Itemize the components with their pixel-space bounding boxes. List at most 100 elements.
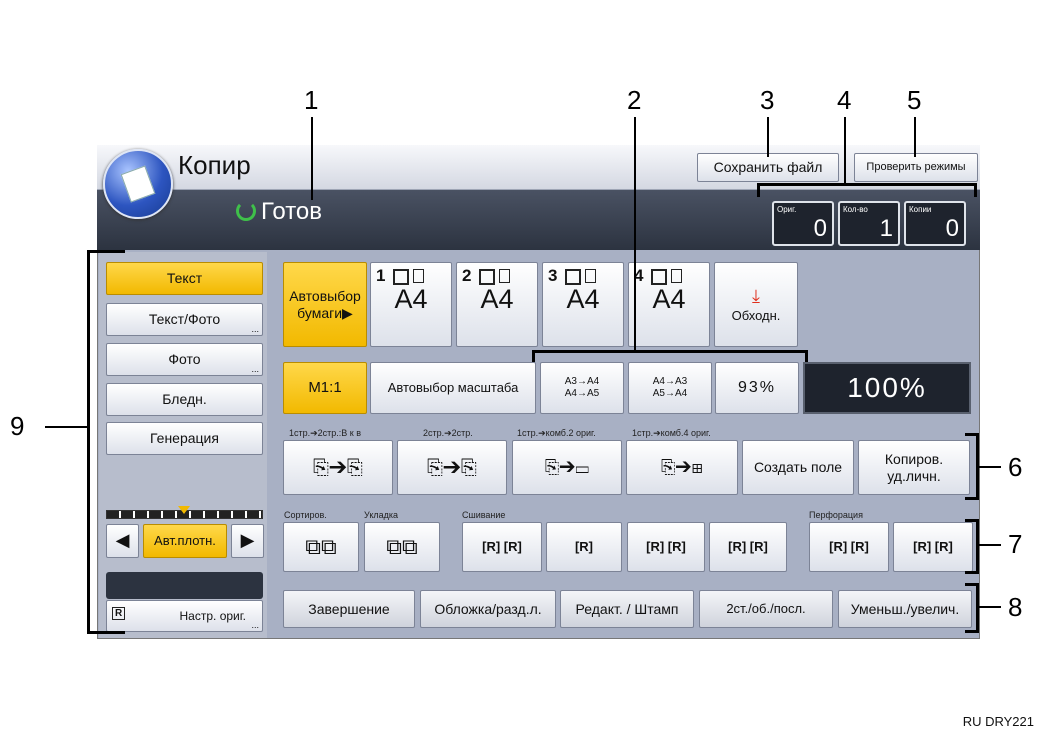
callout-9-bracket [87, 250, 125, 634]
counter-value: 0 [945, 215, 959, 242]
staple-left-top-button[interactable]: [R] [R] [462, 522, 542, 572]
current-ratio-display: 100% [803, 362, 971, 414]
callout-7-line [979, 544, 1001, 546]
tab-edit-stamp[interactable]: Редакт. / Штамп [560, 590, 694, 628]
callout-8: 8 [1008, 592, 1023, 622]
combine-4-caption: 1стр.➔комб.4 ориг. [632, 428, 711, 438]
callout-2: 2 [627, 85, 642, 115]
duplex-1-2-button[interactable]: ⎘➔⎘ [283, 440, 393, 495]
duplex-caption: 1стр.➔2стр.:В к в [289, 428, 362, 438]
staple-right-top-icon: [R] [574, 539, 594, 555]
combine-2-caption: 1стр.➔комб.2 ориг. [517, 428, 596, 438]
density-marker-icon [178, 506, 190, 514]
preset-enlarge-button[interactable]: A4→A3 A5→A4 [628, 362, 712, 414]
punch-top-button[interactable]: [R] [R] [893, 522, 973, 572]
sort-button[interactable]: ⧉⧉ [283, 522, 359, 572]
tab-reduce-enlarge[interactable]: Уменьш./увелич. [838, 590, 972, 628]
quantity-counter: Кол-во 1 [838, 201, 900, 246]
original-type-text[interactable]: Текст [106, 262, 263, 295]
original-type-photo[interactable]: Фото [106, 343, 263, 376]
counter-label: Ориг. [777, 205, 797, 214]
callout-5: 5 [907, 85, 922, 115]
staple-right-top-button[interactable]: [R] [546, 522, 622, 572]
sort-icon: ⧉⧉ [305, 533, 337, 559]
copies-counter: Копии 0 [904, 201, 966, 246]
duplex-2-2-button[interactable]: ⎘➔⎘ [397, 440, 507, 495]
original-settings-button[interactable]: Настр. ориг. [106, 600, 263, 632]
callout-9-line [45, 426, 88, 428]
staple-caption: Сшивание [462, 510, 506, 520]
sort-caption: Сортиров. [284, 510, 327, 520]
callout-6-line [979, 466, 1001, 468]
paper-icon [413, 269, 424, 283]
callout-1-line [311, 117, 313, 200]
bypass-tray-icon: ⤓ [752, 285, 760, 306]
combine-2-button[interactable]: ⎘➔▭ [512, 440, 622, 495]
callout-4-bracket [757, 183, 977, 197]
paper-icon [671, 269, 682, 283]
create-margin-button[interactable]: Создать поле [742, 440, 854, 495]
id-card-copy-button[interactable]: Копиров. уд.личн. [858, 440, 970, 495]
bypass-label: Обходн. [731, 307, 781, 323]
combine-4-button[interactable]: ⎘➔⊞ [626, 440, 738, 495]
auto-density-button[interactable]: Авт.плотн. [143, 524, 227, 558]
callout-6-bracket [965, 433, 979, 500]
tray-size: A4 [394, 284, 428, 314]
staple-left-top-icon: [R] [R] [482, 539, 522, 555]
staple-top-two-button[interactable]: [R] [R] [709, 522, 787, 572]
staple-top-two-icon: [R] [R] [728, 539, 768, 555]
staple-left-two-button[interactable]: [R] [R] [627, 522, 705, 572]
callout-5-line [914, 117, 916, 157]
original-type-pale[interactable]: Бледн. [106, 383, 263, 416]
stack-icon: ⧉⧉ [386, 533, 418, 559]
check-modes-button[interactable]: Проверить режимы [854, 153, 978, 182]
callout-4: 4 [837, 85, 852, 115]
callout-9: 9 [10, 411, 25, 441]
tab-finishing[interactable]: Завершение [283, 590, 415, 628]
original-settings-display [106, 572, 263, 599]
callout-7-bracket [965, 519, 979, 574]
tray-size: A4 [480, 284, 514, 314]
original-settings-label: Настр. ориг. [179, 608, 246, 623]
paper-tray-1[interactable]: 1 A4 [370, 262, 452, 347]
original-type-generation[interactable]: Генерация [106, 422, 263, 455]
tray-size: A4 [652, 284, 686, 314]
stack-button[interactable]: ⧉⧉ [364, 522, 440, 572]
tray-size: A4 [566, 284, 600, 314]
paper-tray-4[interactable]: 4 A4 [628, 262, 710, 347]
callout-4-line [844, 117, 846, 183]
paper-icon [499, 269, 510, 283]
callout-3: 3 [760, 85, 775, 115]
duplex-2-2-caption: 2стр.➔2стр. [423, 428, 473, 438]
counter-label: Копии [909, 205, 932, 214]
callout-6: 6 [1008, 452, 1023, 482]
paper-icon [585, 269, 596, 283]
paper-tray-3[interactable]: 3 A4 [542, 262, 624, 347]
preset-93-button[interactable]: 93% [715, 362, 799, 414]
bypass-tray-button[interactable]: ⤓ Обходн. [714, 262, 798, 347]
duplex-1-2-icon: ⎘➔⎘ [313, 456, 363, 479]
preset-reduce-button[interactable]: A3→A4 A4→A5 [540, 362, 624, 414]
density-darker-button[interactable]: ▶ [231, 524, 264, 558]
callout-8-line [979, 606, 1001, 608]
auto-reduce-enlarge-button[interactable]: Автовыбор масштаба [370, 362, 536, 414]
originals-counter: Ориг. 0 [772, 201, 834, 246]
combine-2-icon: ⎘➔▭ [544, 456, 590, 477]
original-type-text-photo[interactable]: Текст/Фото [106, 303, 263, 336]
punch-left-icon: [R] [R] [829, 539, 869, 555]
combine-4-icon: ⎘➔⊞ [661, 456, 703, 477]
full-size-button[interactable]: M1:1 [283, 362, 367, 414]
duplex-2-2-icon: ⎘➔⎘ [427, 456, 477, 479]
counter-value: 1 [879, 215, 893, 242]
callout-8-bracket [965, 583, 979, 633]
punch-left-button[interactable]: [R] [R] [809, 522, 889, 572]
callout-3-line [767, 117, 769, 157]
tab-cover-slip[interactable]: Обложка/разд.л. [420, 590, 556, 628]
tab-duplex-combine[interactable]: 2ст./об./посл. [699, 590, 833, 628]
save-file-button[interactable]: Сохранить файл [697, 153, 839, 182]
status-text: Готов [261, 198, 323, 225]
paper-tray-2[interactable]: 2 A4 [456, 262, 538, 347]
auto-paper-select-button[interactable]: Автовыбор бумаги▶ [283, 262, 367, 347]
counter-value: 0 [813, 215, 827, 242]
figure-code: RU DRY221 [962, 714, 1034, 729]
